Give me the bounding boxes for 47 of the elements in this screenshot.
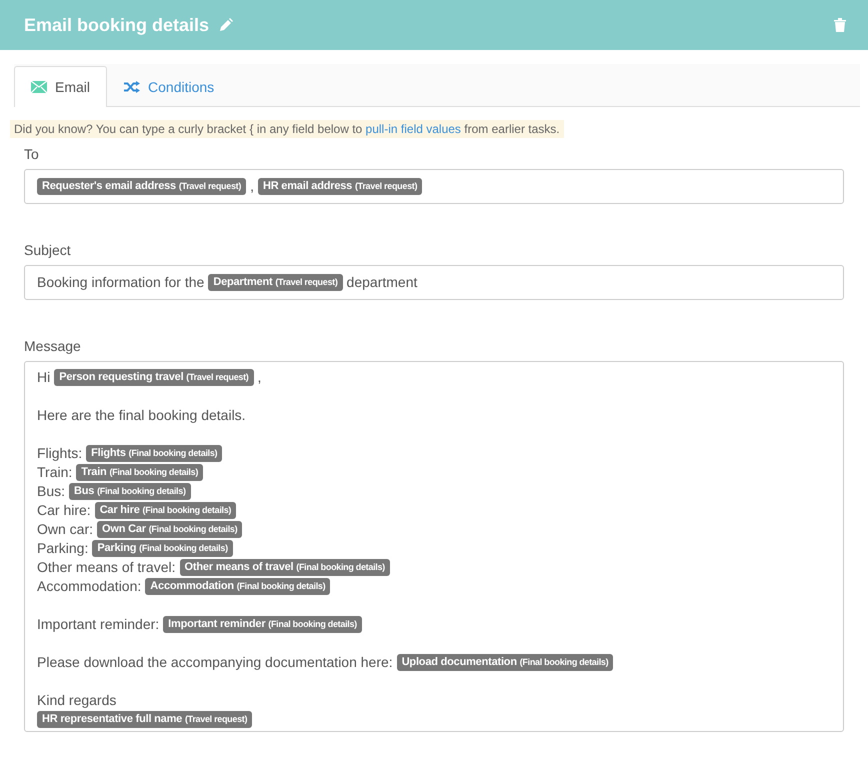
- field-token[interactable]: Flights (Final booking details): [86, 445, 222, 462]
- pencil-icon[interactable]: [219, 18, 234, 32]
- text: Bus:: [37, 482, 66, 501]
- text: Other means of travel:: [37, 558, 176, 577]
- field-label: Subject: [24, 242, 72, 258]
- text: Own car:: [37, 520, 94, 539]
- text: Accommodation:: [37, 577, 142, 596]
- trash-icon[interactable]: [834, 18, 846, 32]
- text: Kind regards: [37, 691, 116, 710]
- field-token[interactable]: Requester's email address (Travel request): [37, 178, 246, 195]
- tab[interactable]: Email: [14, 66, 108, 107]
- field-token[interactable]: Other means of travel (Final booking details): [180, 559, 390, 576]
- input-field[interactable]: Booking information for the Department (Travel request) department: [24, 265, 844, 300]
- text: Parking:: [37, 539, 88, 558]
- hint-text: Did you know? You can type a curly bracket { in any field below to pull-in field values from earlier tasks.: [10, 120, 564, 138]
- field-token[interactable]: Accommodation (Final booking details): [145, 578, 330, 595]
- field-token[interactable]: Department (Travel request): [208, 274, 343, 291]
- tab[interactable]: Conditions: [107, 66, 232, 107]
- text: Booking information for the: [37, 273, 204, 292]
- text: Train:: [37, 463, 72, 482]
- shuffle-icon: [124, 81, 140, 93]
- input-field[interactable]: Requester's email address (Travel request) , HR email address (Travel request): [24, 169, 844, 204]
- text: ,: [250, 177, 254, 196]
- envelope-icon: [31, 81, 47, 93]
- field-token[interactable]: Parking (Final booking details): [92, 540, 233, 557]
- text: Hi: [37, 368, 50, 387]
- field-token[interactable]: HR representative full name (Travel request): [37, 711, 252, 728]
- field-token[interactable]: Important reminder (Final booking details): [163, 616, 362, 633]
- text: Car hire:: [37, 501, 91, 520]
- message-field[interactable]: [24, 361, 844, 732]
- field-token[interactable]: Upload documentation (Final booking details): [396, 654, 614, 671]
- text: Please download the accompanying documentation here:: [37, 653, 393, 672]
- text: Here are the final booking details.: [37, 406, 246, 425]
- page-title: Email booking details: [24, 14, 210, 36]
- field-label: Message: [24, 338, 82, 354]
- field-token[interactable]: HR email address (Travel request): [258, 178, 422, 195]
- field-token[interactable]: Bus (Final booking details): [69, 483, 191, 500]
- field-token[interactable]: Car hire (Final booking details): [94, 502, 236, 519]
- field-token[interactable]: Person requesting travel (Travel request): [54, 369, 254, 386]
- field-label: To: [24, 146, 40, 162]
- text: ,: [258, 368, 262, 387]
- field-values-link[interactable]: pull-in field values: [366, 122, 461, 136]
- field-token[interactable]: Own Car (Final booking details): [97, 521, 242, 538]
- text: Important reminder:: [37, 615, 160, 634]
- text: Flights:: [37, 444, 82, 463]
- field-token[interactable]: Train (Final booking details): [76, 464, 204, 481]
- text: department: [346, 273, 418, 292]
